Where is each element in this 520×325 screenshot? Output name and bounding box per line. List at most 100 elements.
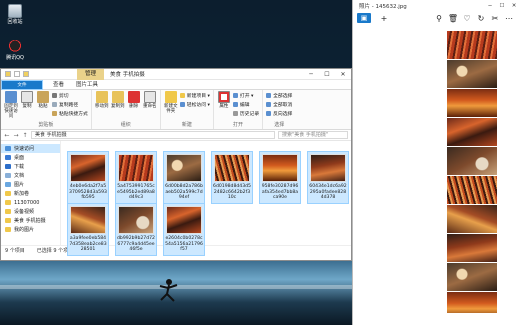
delete-button[interactable]: 删除 [127,91,141,122]
group-label-select: 选择 [274,122,285,128]
close-button[interactable]: ✕ [508,3,520,9]
photos-toolbar: ▣ + ⚲ 🗑 ♡ ↻ ✂ ⋯ [353,11,520,25]
file-item[interactable]: 4eb0e6da2f7a53709528d3a593fb595 [67,151,109,204]
window-controls: ─ ☐ ✕ [303,69,351,80]
nav-item-pictures[interactable]: 图片 [1,180,60,189]
rename-button[interactable]: 重命名 [143,91,157,122]
cut-button[interactable]: 剪切 [52,92,88,99]
search-input[interactable]: 搜索"美食 手机拍摄" [278,131,348,139]
new-item-button[interactable]: 新建项目 ▾ [179,92,210,99]
tab-file[interactable]: 文件 [1,79,43,90]
long-photo-preview[interactable] [447,31,497,313]
nav-item-desktop[interactable]: 桌面 [1,153,60,162]
desktop-icon-label: 回收站 [7,19,23,25]
move-to-button[interactable]: 移动到 [95,91,109,122]
nav-item-label: 11307000 [14,199,40,206]
properties-button[interactable]: 属性 [217,91,231,122]
minimize-button[interactable]: ─ [484,3,496,9]
select-all-button[interactable]: 全部选择 [266,92,292,99]
collection-icon[interactable]: ▣ [357,13,371,23]
up-button[interactable]: ↑ [22,132,28,139]
open-icon [232,93,238,98]
maximize-button[interactable]: ☐ [319,69,335,80]
tab-manage[interactable]: 管理 [77,68,105,80]
file-item[interactable]: 6d00b8d2a786baeb502a599c7d94ef [163,151,205,204]
more-icon[interactable]: ⋯ [502,14,516,23]
nav-item-documents[interactable]: 文档 [1,171,60,180]
file-item[interactable]: 60434e1dc6a92295a0fadee8284d378 [307,151,349,204]
quick-access-toolbar [1,71,29,77]
open-button[interactable]: 打开 ▾ [232,92,259,99]
new-folder-icon [164,91,177,103]
tab-view[interactable]: 查看 [47,80,70,90]
file-item[interactable]: a3a9fee0eb5847d358eab2ce8328501 [67,203,109,256]
paste-button[interactable]: 粘贴 [36,91,50,122]
forward-button[interactable]: → [13,132,19,139]
maximize-button[interactable]: ☐ [496,3,508,9]
photo-segment [447,31,497,59]
nav-item-device-videos[interactable]: 设备视频 [1,207,60,216]
ribbon-group-organize: 移动到 复制到 删除 重命名 组织 [92,90,161,129]
copy-to-button[interactable]: 复制到 [111,91,125,122]
nav-item-new-volume[interactable]: 新加卷 [1,189,60,198]
nav-item-label: 美食 手机拍摄 [14,218,46,224]
move-to-label: 移动到 [95,104,109,109]
zoom-icon[interactable]: ⚲ [432,14,446,23]
close-button[interactable]: ✕ [335,69,351,80]
rotate-icon[interactable]: ↻ [474,14,488,23]
edit-button[interactable]: 编辑 [232,101,259,108]
nav-item-quick-access[interactable]: 快速访问 [1,144,60,153]
file-item[interactable]: db992b9b27d726777c9a4d45ee46f5e [115,203,157,256]
copy-path-button[interactable]: 复制路径 [52,101,88,108]
paste-icon [37,91,49,103]
photo-segment [447,147,497,175]
address-path[interactable]: 美食 手机拍摄 [31,131,275,139]
ribbon: 固定到快速访问 复制 粘贴 剪切 复制路径 粘贴快捷方式 剪贴板 移动到 复制到… [1,90,351,130]
invert-selection-button[interactable]: 反向选择 [266,110,292,117]
file-item[interactable]: 6d0198d8d43d52482c6642b2f310c [211,151,253,204]
properties-icon[interactable] [14,71,20,77]
new-folder-button[interactable]: 新建文件夹 [164,91,178,122]
file-thumbnail [310,154,346,182]
photos-titlebar[interactable]: 照片 - 145632.jpg ─ ☐ ✕ [353,0,520,11]
select-all-label: 全部选择 [273,94,293,99]
file-thumbnail [166,206,202,234]
nav-item-label: 新加卷 [14,191,30,197]
desktop-icon-qq[interactable]: 腾讯QQ [2,40,28,61]
history-button[interactable]: 历史记录 [232,110,259,117]
ribbon-group-new: 新建文件夹 新建项目 ▾ 轻松访问 ▾ 新建 [161,90,214,129]
desktop-icon-recycle-bin[interactable]: 回收站 [2,4,28,25]
delete-label: 删除 [129,104,139,109]
delete-icon[interactable]: 🗑 [446,14,460,23]
copy-label: 复制 [22,104,32,109]
file-item[interactable]: e2604c0b0278c54a5156a21796f57 [163,203,205,256]
pin-button[interactable]: 固定到快速访问 [4,91,18,122]
explorer-titlebar[interactable]: 管理 美食 手机拍摄 ─ ☐ ✕ [1,68,351,80]
easy-access-button[interactable]: 轻松访问 ▾ [179,101,210,108]
properties-label: 属性 [219,104,229,109]
select-none-button[interactable]: 全部取消 [266,101,292,108]
file-thumbnail [118,154,154,182]
file-item[interactable]: 958fe30287d96afa354ed7bb8aca90e [259,151,301,204]
invert-selection-icon [266,111,272,116]
edit-label: 编辑 [239,103,250,108]
nav-item-downloads[interactable]: 下载 [1,162,60,171]
nav-item-my-pictures[interactable]: 我的图片 [1,225,60,234]
nav-item-11307000[interactable]: 11307000 [1,198,60,207]
paste-shortcut-icon [52,111,57,116]
file-item[interactable]: 5a4753991765ce5495b2ed89a8d49c3 [115,151,157,204]
file-name: 958fe30287d96afa354ed7bb8aca90e [261,184,299,201]
back-button[interactable]: ← [4,132,10,139]
tab-picture-tools[interactable]: 图片工具 [70,80,104,90]
nav-item-food-photos[interactable]: 美食 手机拍摄 [1,216,60,225]
paste-shortcut-label: 粘贴快捷方式 [59,112,88,117]
paste-shortcut-button[interactable]: 粘贴快捷方式 [52,110,88,117]
copy-button[interactable]: 复制 [20,91,34,122]
minimize-button[interactable]: ─ [303,69,319,80]
crop-icon[interactable]: ✂ [488,14,502,23]
folder-icon[interactable] [5,71,11,77]
add-icon[interactable]: + [377,14,391,23]
select-small-actions: 全部选择 全部取消 反向选择 [266,91,292,122]
new-folder-icon[interactable] [23,71,29,77]
heart-icon[interactable]: ♡ [460,14,474,23]
